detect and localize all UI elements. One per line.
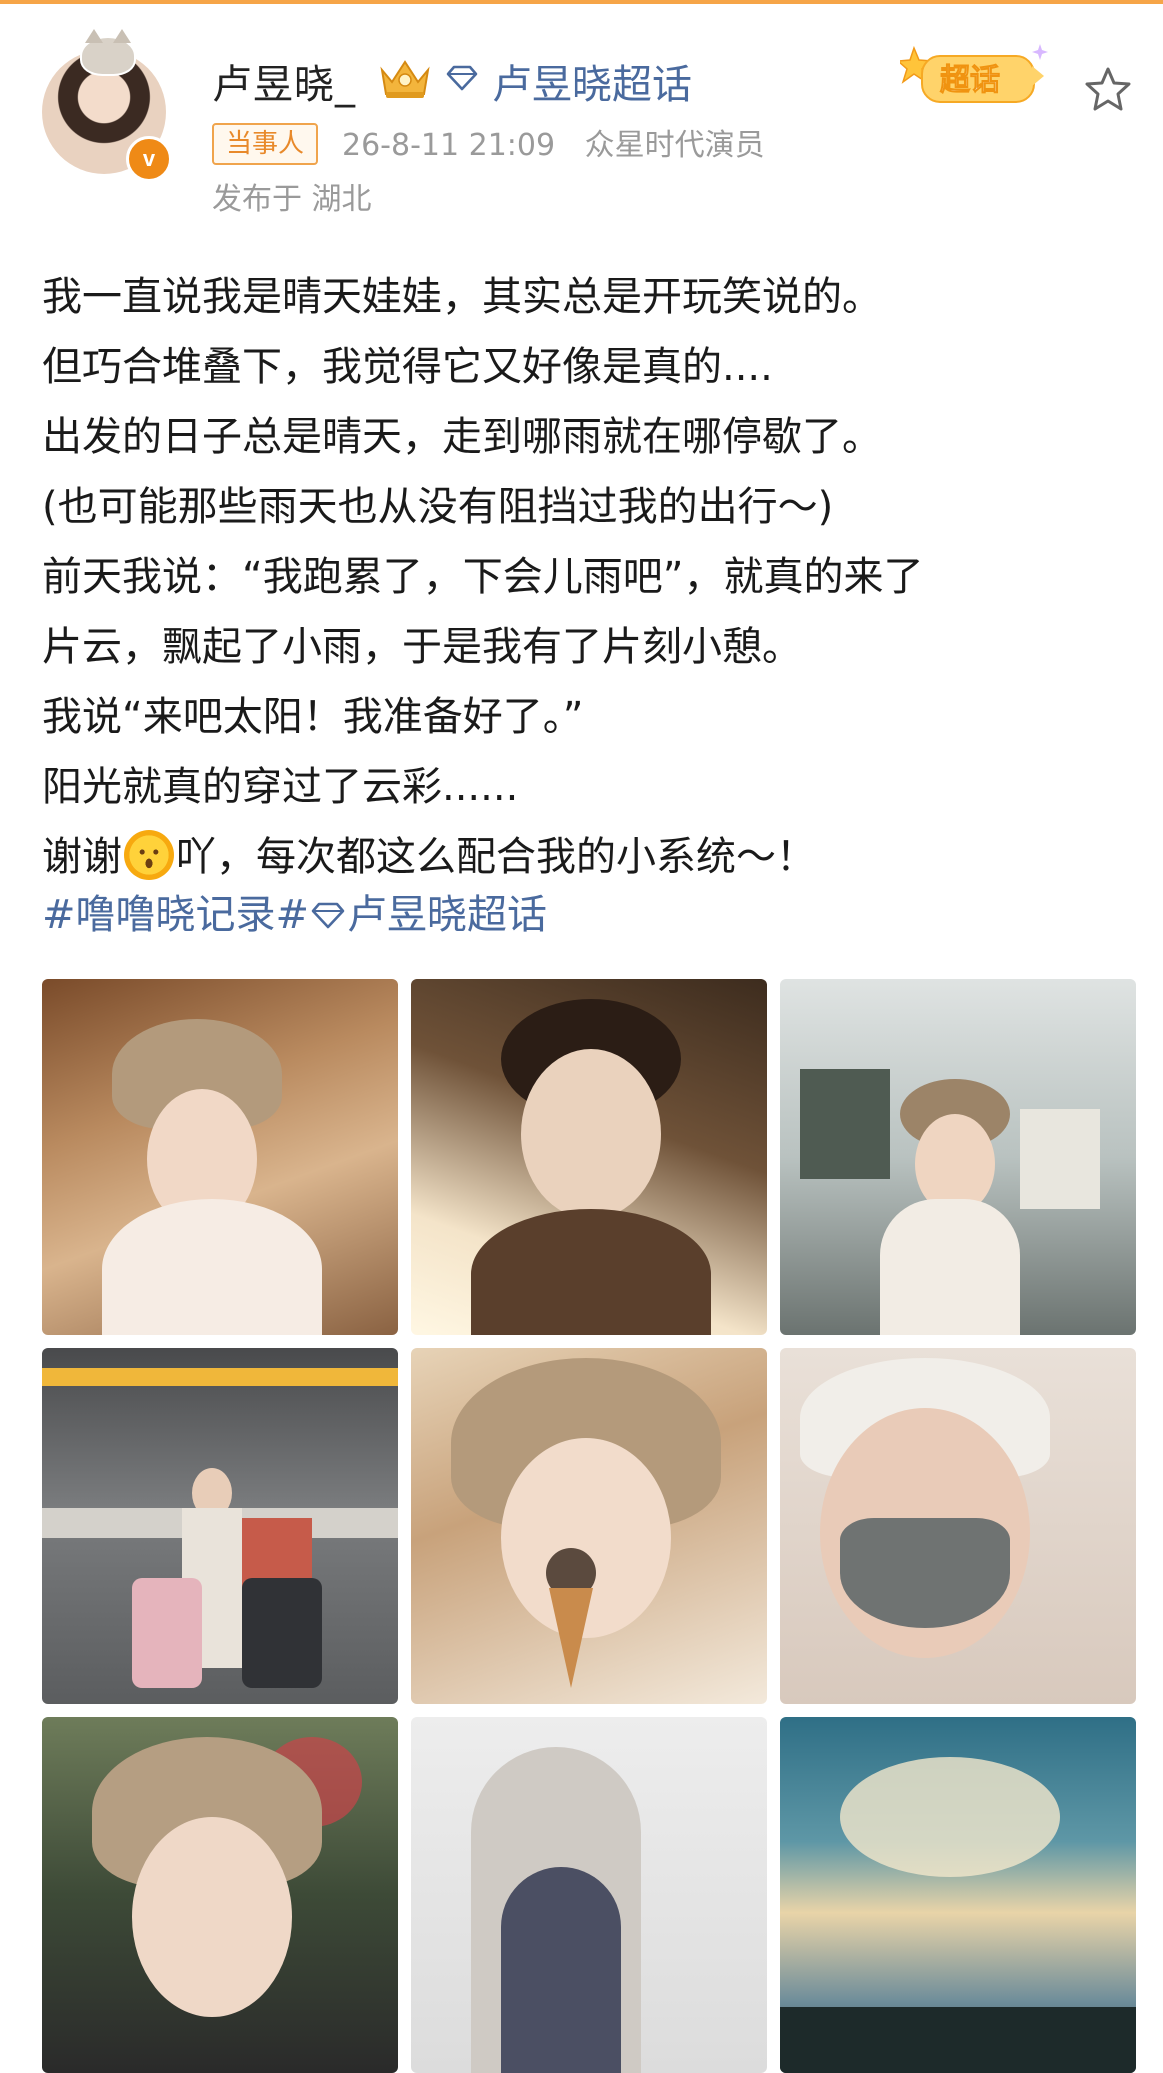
photo-cloudy-sky[interactable] xyxy=(780,1717,1136,2073)
timestamp: 26-8-11 21:09 xyxy=(342,128,556,163)
post-line: 前天我说：“我跑累了，下会儿雨吧”，就真的来了 xyxy=(42,554,924,600)
post-location: 发布于 湖北 xyxy=(212,182,372,217)
photo-white-arch-interior[interactable] xyxy=(411,1717,767,2073)
party-tag: 当事人 xyxy=(212,123,319,165)
thanks-tail-text: 吖，每次都这么配合我的小系统～！ xyxy=(176,834,816,880)
star-icon[interactable] xyxy=(1084,66,1132,112)
post-source[interactable]: 众星时代演员 xyxy=(585,128,765,163)
diamond-icon xyxy=(311,902,345,929)
photo-bucket-hat-window[interactable] xyxy=(780,979,1136,1335)
photo-bucket-hat-cafe[interactable] xyxy=(42,979,398,1335)
post-line: 我一直说我是晴天娃娃，其实总是开玩笑说的。 xyxy=(42,274,882,320)
avatar-cat-ornament xyxy=(80,29,136,76)
hashtag-lulu-record[interactable]: #噜噜晓记录# xyxy=(42,892,309,938)
photo-bucket-hat-night[interactable] xyxy=(42,1717,398,2073)
post-line: 我说“来吧太阳！我准备好了。” xyxy=(42,694,584,740)
photo-parking-garage-dogs[interactable] xyxy=(42,1348,398,1704)
crown-icon[interactable] xyxy=(376,56,434,100)
verified-badge-icon: v xyxy=(126,136,172,182)
sun-emoji-icon xyxy=(124,830,174,880)
top-accent-line xyxy=(0,0,1163,4)
photo-ice-cream[interactable] xyxy=(411,1348,767,1704)
post-line: 片云，飘起了小雨，于是我有了片刻小憩。 xyxy=(42,624,802,670)
supertopic-badge-icon[interactable]: 超话 xyxy=(896,36,1050,114)
post-line: 出发的日子总是晴天，走到哪雨就在哪停歇了。 xyxy=(42,414,882,460)
hashtag-row: #噜噜晓记录# 卢昱晓超话 xyxy=(42,882,547,940)
post-body: 我一直说我是晴天娃娃，其实总是开玩笑说的。 但巧合堆叠下，我觉得它又好像是真的.… xyxy=(42,262,1132,892)
photo-selfie-backlit[interactable] xyxy=(411,979,767,1335)
username[interactable]: 卢昱晓_ xyxy=(212,52,356,110)
diamond-icon xyxy=(446,65,478,91)
photo-face-mask[interactable] xyxy=(780,1348,1136,1704)
hashtag-supertopic[interactable]: 卢昱晓超话 xyxy=(347,892,547,938)
supertopic-link[interactable]: 卢昱晓超话 xyxy=(492,52,692,110)
post-line: 阳光就真的穿过了云彩...... xyxy=(42,764,519,810)
post-meta: 26-8-11 21:09 众星时代演员 xyxy=(342,120,785,164)
supertopic-badge-label: 超话 xyxy=(940,63,1000,98)
thanks-text: 谢谢 xyxy=(42,834,122,880)
post-line: 但巧合堆叠下，我觉得它又好像是真的.... xyxy=(42,344,773,390)
post-line: (也可能那些雨天也从没有阻挡过我的出行～) xyxy=(42,484,834,530)
